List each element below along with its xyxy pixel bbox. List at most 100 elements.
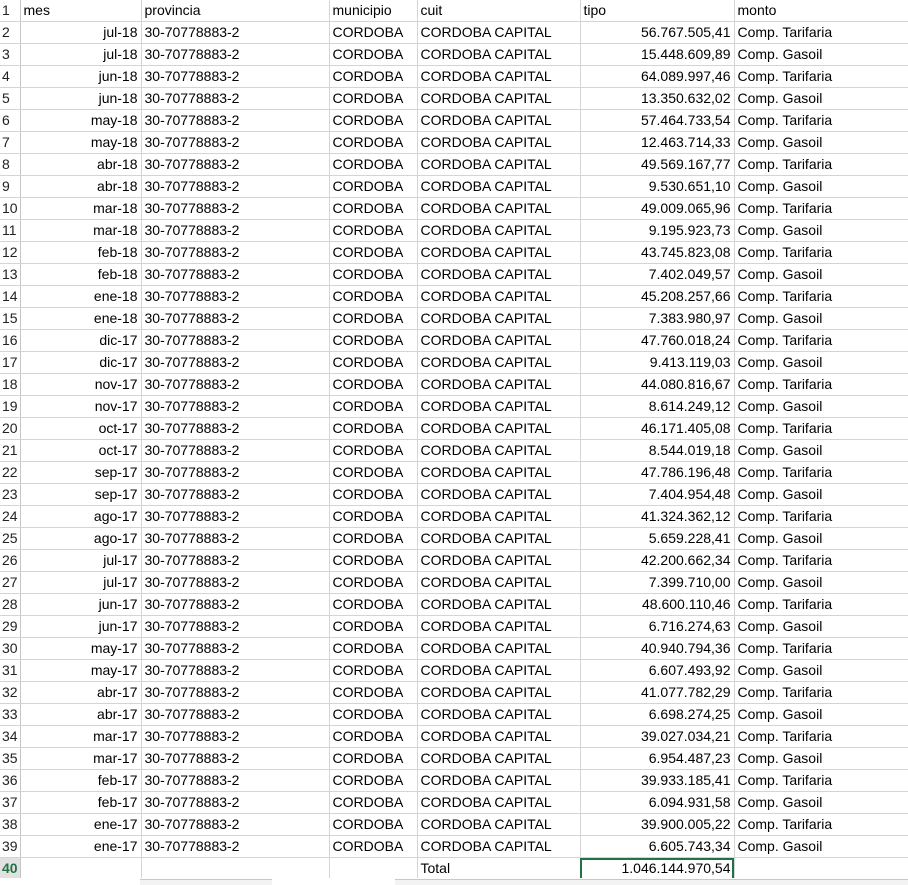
cell-cuit[interactable]: CORDOBA CAPITAL [417,835,581,858]
cell-provincia[interactable]: 30-70778883-2 [141,153,330,176]
cell-mes[interactable]: feb-17 [20,791,142,814]
cell-municipio[interactable]: CORDOBA [329,637,418,660]
cell-monto[interactable]: Comp. Tarifaria [734,637,908,660]
cell-mes[interactable]: dic-17 [20,329,142,352]
row-header[interactable]: 22 [0,461,21,484]
cell-municipio[interactable]: CORDOBA [329,417,418,440]
cell-tipo[interactable]: 49.009.065,96 [580,197,735,220]
row-header[interactable]: 16 [0,329,21,352]
cell-provincia[interactable]: 30-70778883-2 [141,461,330,484]
cell-tipo[interactable]: 13.350.632,02 [580,87,735,110]
cell-mes[interactable]: nov-17 [20,373,142,396]
cell-provincia[interactable]: 30-70778883-2 [141,21,330,44]
cell-tipo[interactable]: 57.464.733,54 [580,109,735,132]
row-header[interactable]: 27 [0,571,21,594]
cell-monto[interactable]: Comp. Gasoil [734,263,908,286]
cell-cuit[interactable]: CORDOBA CAPITAL [417,769,581,792]
cell-monto[interactable]: Comp. Gasoil [734,703,908,726]
cell-mes[interactable]: abr-18 [20,153,142,176]
row-header[interactable]: 37 [0,791,21,814]
cell-tipo[interactable]: 39.900.005,22 [580,813,735,836]
row-header[interactable]: 39 [0,835,21,858]
cell-provincia[interactable] [141,857,330,880]
cell-cuit[interactable]: CORDOBA CAPITAL [417,109,581,132]
cell-municipio[interactable]: CORDOBA [329,835,418,858]
cell-provincia[interactable]: 30-70778883-2 [141,769,330,792]
cell-mes[interactable]: jul-17 [20,571,142,594]
header-cell-cuit[interactable]: cuit [417,0,581,22]
row-header[interactable]: 6 [0,109,21,132]
row-header[interactable]: 32 [0,681,21,704]
cell-provincia[interactable]: 30-70778883-2 [141,373,330,396]
header-cell-monto[interactable]: monto [734,0,908,22]
cell-provincia[interactable]: 30-70778883-2 [141,43,330,66]
cell-monto[interactable]: Comp. Gasoil [734,659,908,682]
cell-cuit[interactable]: CORDOBA CAPITAL [417,241,581,264]
header-cell-municipio[interactable]: municipio [329,0,418,22]
row-header[interactable]: 40 [0,857,21,880]
cell-cuit[interactable]: CORDOBA CAPITAL [417,21,581,44]
row-header[interactable]: 4 [0,65,21,88]
cell-provincia[interactable]: 30-70778883-2 [141,681,330,704]
cell-cuit[interactable]: CORDOBA CAPITAL [417,373,581,396]
cell-monto[interactable]: Comp. Tarifaria [734,373,908,396]
cell-mes[interactable]: mar-17 [20,725,142,748]
cell-provincia[interactable]: 30-70778883-2 [141,395,330,418]
cell-mes[interactable]: nov-17 [20,395,142,418]
cell-cuit[interactable]: CORDOBA CAPITAL [417,681,581,704]
header-cell-mes[interactable]: mes [20,0,142,22]
row-header[interactable]: 5 [0,87,21,110]
row-header[interactable]: 23 [0,483,21,506]
cell-monto[interactable]: Comp. Tarifaria [734,417,908,440]
cell-mes[interactable]: mar-18 [20,219,142,242]
row-header[interactable]: 2 [0,21,21,44]
cell-cuit[interactable]: CORDOBA CAPITAL [417,417,581,440]
cell-cuit[interactable]: CORDOBA CAPITAL [417,439,581,462]
cell-municipio[interactable]: CORDOBA [329,43,418,66]
cell-cuit[interactable]: CORDOBA CAPITAL [417,571,581,594]
cell-monto[interactable]: Comp. Gasoil [734,43,908,66]
cell-monto[interactable]: Comp. Gasoil [734,615,908,638]
cell-monto[interactable]: Comp. Tarifaria [734,21,908,44]
cell-tipo[interactable]: 41.077.782,29 [580,681,735,704]
cell-provincia[interactable]: 30-70778883-2 [141,131,330,154]
cell-monto[interactable]: Comp. Gasoil [734,307,908,330]
cell-tipo[interactable]: 6.698.274,25 [580,703,735,726]
cell-tipo[interactable]: 5.659.228,41 [580,527,735,550]
cell-tipo[interactable]: 7.404.954,48 [580,483,735,506]
cell-provincia[interactable]: 30-70778883-2 [141,483,330,506]
cell-mes[interactable]: jun-17 [20,615,142,638]
row-header[interactable]: 19 [0,395,21,418]
cell-mes[interactable]: ago-17 [20,505,142,528]
cell-tipo[interactable]: 41.324.362,12 [580,505,735,528]
row-header[interactable]: 28 [0,593,21,616]
cell-provincia[interactable]: 30-70778883-2 [141,659,330,682]
cell-municipio[interactable]: CORDOBA [329,373,418,396]
cell-monto[interactable]: Comp. Gasoil [734,571,908,594]
cell-municipio[interactable]: CORDOBA [329,593,418,616]
cell-tipo[interactable]: 47.786.196,48 [580,461,735,484]
row-header[interactable]: 10 [0,197,21,220]
cell-provincia[interactable]: 30-70778883-2 [141,241,330,264]
cell-cuit[interactable]: CORDOBA CAPITAL [417,527,581,550]
cell-provincia[interactable]: 30-70778883-2 [141,527,330,550]
cell-cuit[interactable]: CORDOBA CAPITAL [417,637,581,660]
cell-municipio[interactable]: CORDOBA [329,659,418,682]
cell-provincia[interactable]: 30-70778883-2 [141,351,330,374]
cell-tipo[interactable]: 12.463.714,33 [580,131,735,154]
cell-monto[interactable]: Comp. Tarifaria [734,153,908,176]
row-header[interactable]: 18 [0,373,21,396]
cell-mes[interactable] [20,857,142,880]
cell-tipo[interactable]: 48.600.110,46 [580,593,735,616]
cell-tipo[interactable]: 6.605.743,34 [580,835,735,858]
cell-provincia[interactable]: 30-70778883-2 [141,263,330,286]
cell-monto[interactable]: Comp. Gasoil [734,87,908,110]
cell-municipio[interactable]: CORDOBA [329,483,418,506]
cell-cuit[interactable]: CORDOBA CAPITAL [417,593,581,616]
cell-provincia[interactable]: 30-70778883-2 [141,505,330,528]
cell-monto[interactable]: Comp. Tarifaria [734,725,908,748]
cell-mes[interactable]: feb-18 [20,263,142,286]
cell-mes[interactable]: ene-18 [20,285,142,308]
row-header[interactable]: 30 [0,637,21,660]
cell-tipo[interactable]: 15.448.609,89 [580,43,735,66]
